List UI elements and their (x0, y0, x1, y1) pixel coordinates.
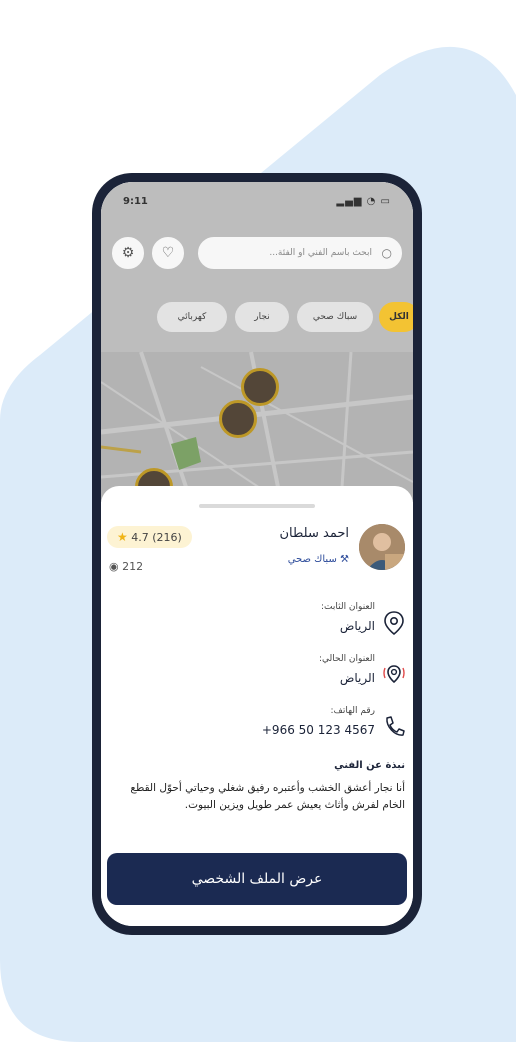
map-dim-overlay (101, 182, 413, 502)
fixed-address-value: الرياض (339, 619, 375, 633)
chip-carpenter[interactable]: نجار (235, 302, 289, 332)
current-address-label: العنوان الحالي: (319, 654, 375, 664)
bio-text: أنا نجار أعشق الخشب وأعتبره رفيق شغلي وح… (130, 782, 405, 811)
chip-all[interactable]: الكل (379, 302, 413, 332)
technician-profession: ⚒ سباك صحي (288, 554, 349, 565)
avatar-illustration (359, 524, 405, 570)
status-time: 9:11 (123, 196, 148, 207)
chip-electrician[interactable]: كهربائي (157, 302, 227, 332)
eye-icon: ◉ (109, 560, 119, 573)
search-icon: ○ (381, 246, 392, 260)
phone-screen: 9:11 ▂▄▆ ◔ ▭ ⚙ ♡ ○ ابحث باسم الفني او ال… (101, 182, 413, 926)
status-icons: ▂▄▆ ◔ ▭ (336, 196, 391, 207)
fixed-address-row: العنوان الثابت: الرياض (105, 602, 405, 646)
phone-frame: 9:11 ▂▄▆ ◔ ▭ ⚙ ♡ ○ ابحث باسم الفني او ال… (92, 173, 422, 935)
live-location-icon (383, 665, 405, 684)
current-address-value: الرياض (339, 671, 375, 685)
category-chips: الكل سباك صحي نجار كهربائي (101, 302, 413, 336)
phone-value[interactable]: +966 50 123 4567 (262, 723, 375, 737)
bio-title: نبذة عن الفني (334, 760, 405, 771)
pipe-icon: ⚒ (336, 554, 349, 565)
search-input[interactable]: ○ ابحث باسم الفني او الفئة... (197, 236, 403, 270)
technician-avatar (359, 524, 405, 570)
status-bar: 9:11 ▂▄▆ ◔ ▭ (123, 196, 391, 212)
map-view[interactable]: 9:11 ▂▄▆ ◔ ▭ ⚙ ♡ ○ ابحث باسم الفني او ال… (101, 182, 413, 502)
technician-bottom-sheet: احمد سلطان ⚒ سباك صحي ★ 4.7 (216) ◉ 212 … (101, 486, 413, 926)
phone-icon (386, 716, 405, 736)
rating-value: 4.7 (131, 531, 149, 544)
chip-plumber[interactable]: سباك صحي (297, 302, 373, 332)
sheet-drag-handle[interactable] (199, 504, 315, 508)
profession-label: سباك صحي (287, 554, 337, 565)
search-row: ⚙ ♡ ○ ابحث باسم الفني او الفئة... (111, 234, 403, 274)
fixed-address-label: العنوان الثابت: (321, 602, 375, 612)
heart-icon[interactable]: ♡ (151, 236, 185, 270)
views-value: 212 (122, 560, 144, 573)
rating-badge: ★ 4.7 (216) (107, 526, 192, 548)
review-count: (216) (152, 531, 182, 544)
technician-name: احمد سلطان (279, 526, 350, 541)
views-count: ◉ 212 (109, 560, 143, 573)
filter-icon[interactable]: ⚙ (111, 236, 145, 270)
search-placeholder: ابحث باسم الفني او الفئة... (269, 248, 372, 258)
view-profile-button[interactable]: عرض الملف الشخصي (107, 853, 407, 905)
location-pin-icon (384, 611, 404, 636)
phone-label: رقم الهاتف: (330, 706, 376, 716)
star-icon: ★ (117, 530, 128, 544)
current-address-row: العنوان الحالي: الرياض (105, 654, 405, 698)
phone-row: رقم الهاتف: +966 50 123 4567 (105, 706, 405, 750)
